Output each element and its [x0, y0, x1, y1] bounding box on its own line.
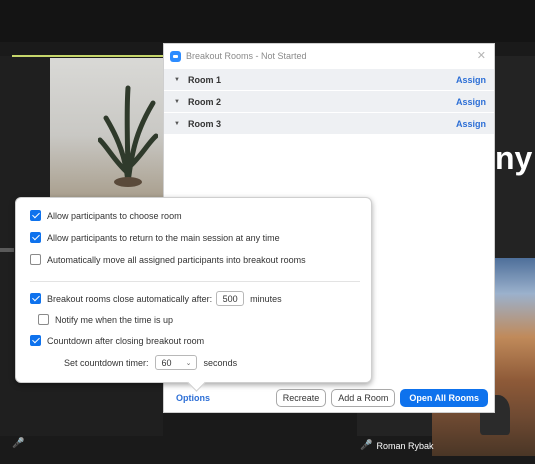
assign-button[interactable]: Assign: [456, 119, 486, 129]
mic-muted-icon: 🎤: [360, 440, 373, 451]
option-label: Automatically move all assigned particip…: [47, 254, 306, 265]
chevron-down-icon[interactable]: ▼: [174, 121, 188, 127]
mic-muted-icon: 🎤: [12, 438, 25, 449]
add-room-button[interactable]: Add a Room: [331, 389, 396, 407]
allow-choose-checkbox[interactable]: [30, 210, 41, 221]
video-feed-plant: [50, 58, 165, 198]
room-row[interactable]: ▼ Room 2 Assign: [164, 90, 494, 112]
option-allow-choose-room[interactable]: Allow participants to choose room: [30, 210, 182, 221]
zoom-logo-icon: [170, 50, 181, 62]
option-unit: minutes: [250, 293, 282, 304]
auto-close-checkbox[interactable]: [30, 293, 41, 304]
auto-move-checkbox[interactable]: [30, 254, 41, 265]
option-label: Allow participants to return to the main…: [47, 232, 280, 243]
chevron-down-icon[interactable]: ▼: [174, 77, 188, 83]
close-minutes-input[interactable]: 500: [216, 291, 245, 306]
option-auto-move[interactable]: Automatically move all assigned particip…: [30, 254, 306, 265]
option-auto-close: Breakout rooms close automatically after…: [30, 291, 282, 306]
recreate-button[interactable]: Recreate: [275, 389, 327, 407]
option-label: Set countdown timer:: [64, 357, 149, 368]
dialog-footer: Options Recreate Add a Room Open All Roo…: [164, 384, 494, 412]
dialog-title-bar[interactable]: Breakout Rooms - Not Started ✕: [164, 44, 494, 68]
open-all-rooms-button[interactable]: Open All Rooms: [400, 389, 488, 407]
chevron-down-icon: ⌄: [185, 359, 192, 367]
options-popup: Allow participants to choose room Allow …: [15, 197, 372, 383]
dialog-title: Breakout Rooms - Not Started: [186, 51, 307, 61]
option-countdown[interactable]: Countdown after closing breakout room: [30, 335, 204, 346]
assign-button[interactable]: Assign: [456, 97, 486, 107]
option-label: Countdown after closing breakout room: [47, 335, 205, 346]
participant-name-tag: 🎤 Roman Rybak: [360, 440, 433, 451]
countdown-timer-select[interactable]: 60 ⌄: [154, 355, 197, 370]
meeting-top-bar: [0, 0, 535, 42]
options-button[interactable]: Options: [176, 393, 271, 403]
room-name: Room 2: [188, 96, 222, 107]
options-divider: [30, 281, 360, 282]
notify-checkbox[interactable]: [38, 314, 49, 325]
tile-edge-marker: [0, 248, 14, 252]
participant-name: Roman Rybak: [376, 440, 434, 451]
room-name: Room 3: [188, 118, 222, 129]
option-label: Allow participants to choose room: [47, 210, 182, 221]
assign-button[interactable]: Assign: [456, 75, 486, 85]
option-label: Breakout rooms close automatically after…: [47, 293, 213, 304]
room-name: Room 1: [188, 74, 222, 85]
active-speaker-border: [12, 55, 164, 57]
shared-screen-text: ny: [495, 140, 533, 176]
close-icon[interactable]: ✕: [477, 49, 486, 62]
countdown-checkbox[interactable]: [30, 335, 41, 346]
allow-return-checkbox[interactable]: [30, 232, 41, 243]
option-allow-return[interactable]: Allow participants to return to the main…: [30, 232, 280, 243]
option-unit: seconds: [203, 357, 238, 368]
option-countdown-timer: Set countdown timer: 60 ⌄ seconds: [64, 355, 237, 370]
select-value: 60: [161, 357, 172, 368]
room-row[interactable]: ▼ Room 3 Assign: [164, 112, 494, 134]
plant-image: [98, 85, 158, 187]
option-label: Notify me when the time is up: [55, 314, 174, 325]
chevron-down-icon[interactable]: ▼: [174, 99, 188, 105]
room-row[interactable]: ▼ Room 1 Assign: [164, 68, 494, 90]
option-notify[interactable]: Notify me when the time is up: [38, 314, 173, 325]
